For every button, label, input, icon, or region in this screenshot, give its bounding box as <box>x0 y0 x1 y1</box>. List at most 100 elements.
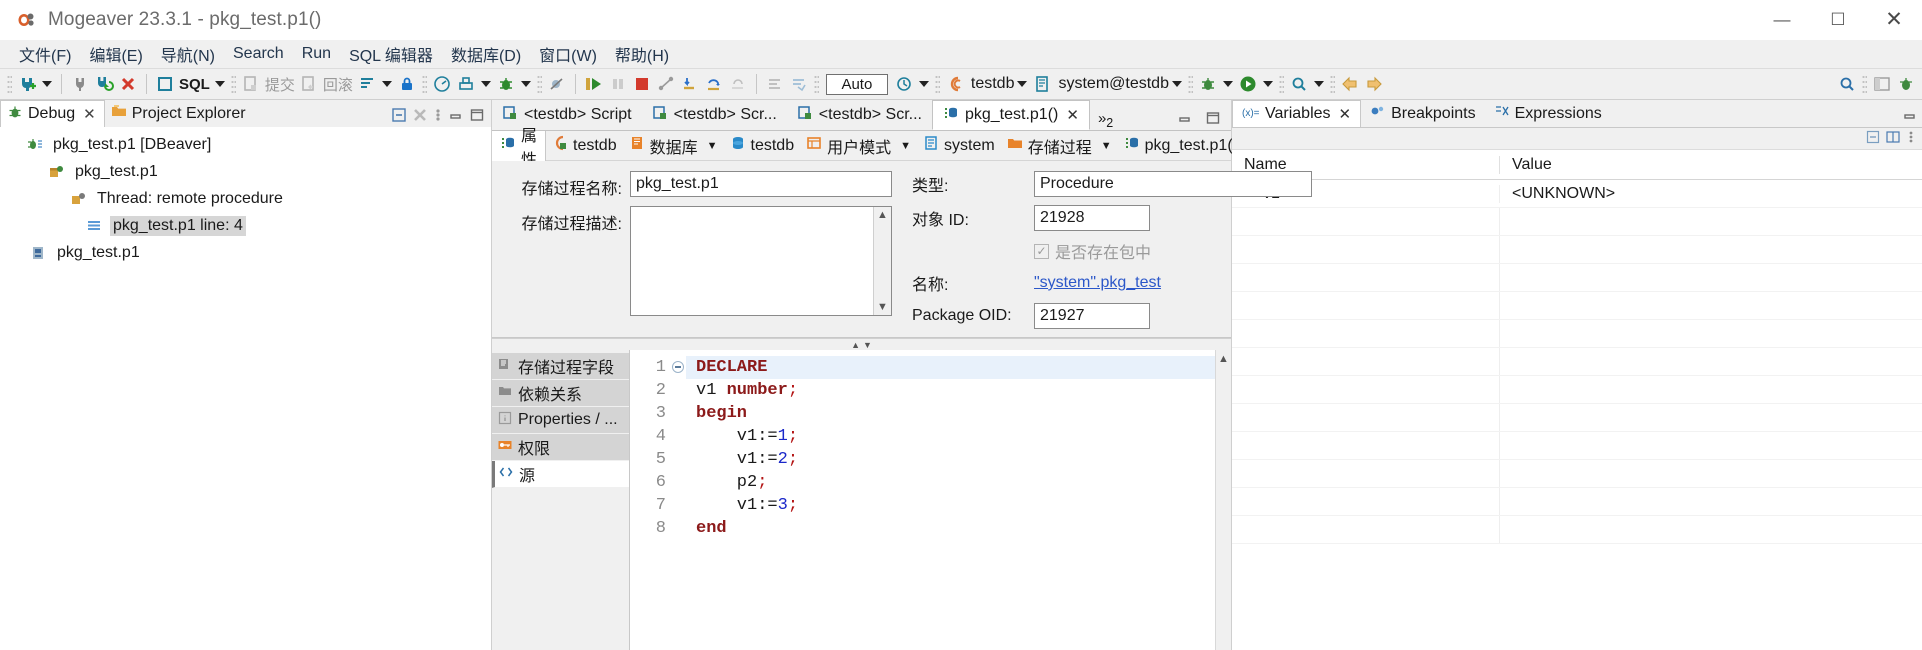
side-tab-source[interactable]: 源 <box>492 461 629 488</box>
use-step-filters-icon[interactable] <box>787 72 811 96</box>
side-tab-properties-info[interactable]: Properties / ... <box>492 407 629 434</box>
toolbar-grip[interactable] <box>1330 75 1335 93</box>
collapse-all-icon[interactable] <box>391 107 407 127</box>
code-line-7[interactable]: v1:=3; <box>686 494 1215 517</box>
procedure-name-input[interactable]: pkg_test.p1 <box>630 171 892 197</box>
code-line-4[interactable]: v1:=1; <box>686 425 1215 448</box>
table-row[interactable] <box>1232 460 1922 488</box>
search-global-icon[interactable] <box>1835 72 1859 96</box>
perspective-icon[interactable] <box>1870 72 1894 96</box>
breadcrumb-databases-folder[interactable]: 数据库 ▼ <box>623 134 724 158</box>
code-line-3[interactable]: begin <box>686 402 1215 425</box>
refresh-connection-icon[interactable] <box>92 72 116 96</box>
tab-project-explorer[interactable]: Project Explorer <box>105 100 254 127</box>
breadcrumb-procedure[interactable]: pkg_test.p1() <box>1118 135 1244 156</box>
editor-tab-testdb-script-1[interactable]: <testdb> Script <box>492 100 642 130</box>
tree-item-thread[interactable]: ⱟ Thread: remote procedure <box>0 185 491 212</box>
code-line-8[interactable]: end <box>686 517 1215 540</box>
history-icon[interactable] <box>892 72 916 96</box>
package-name-link[interactable]: "system".pkg_test <box>1034 274 1161 292</box>
suspend-icon[interactable] <box>606 72 630 96</box>
disconnect-icon[interactable] <box>68 72 92 96</box>
lock-icon[interactable] <box>395 72 419 96</box>
menu-item-window[interactable]: 窗口(W) <box>530 40 606 68</box>
tab-breakpoints[interactable]: Breakpoints <box>1361 100 1485 127</box>
maximize-icon[interactable] <box>1205 110 1221 130</box>
view-menu-icon[interactable] <box>1906 130 1916 148</box>
source-code-editor[interactable]: 1 2 3 4 5 6 7 8 DECLARE v1 number; begin… <box>630 350 1231 650</box>
table-row[interactable] <box>1232 348 1922 376</box>
tab-variables[interactable]: (x)= Variables ✕ <box>1232 100 1361 127</box>
rollback-label[interactable]: 回滚 <box>321 74 355 95</box>
menu-item-search[interactable]: Search <box>224 43 293 65</box>
close-button[interactable]: ✕ <box>1866 0 1922 40</box>
scroll-up-icon[interactable]: ▲ <box>1218 353 1229 365</box>
side-tab-permissions[interactable]: 权限 <box>492 434 629 461</box>
chevron-down-icon[interactable]: ⱟ <box>8 137 26 152</box>
layout-icon[interactable] <box>1886 130 1900 148</box>
commit-icon[interactable] <box>239 72 263 96</box>
debug-config-caret[interactable] <box>1220 72 1236 96</box>
tree-item-process[interactable]: pkg_test.p1 <box>0 239 491 266</box>
run-icon[interactable] <box>1236 72 1260 96</box>
code-line-6[interactable]: p2; <box>686 471 1215 494</box>
toolbar-grip[interactable] <box>935 75 940 93</box>
dashboard-icon[interactable] <box>430 72 454 96</box>
scroll-up-icon[interactable]: ▲ <box>877 209 888 221</box>
menu-item-edit[interactable]: 编辑(E) <box>80 40 151 68</box>
table-row[interactable] <box>1232 488 1922 516</box>
minimize-icon[interactable] <box>1902 107 1918 127</box>
menu-item-help[interactable]: 帮助(H) <box>606 40 678 68</box>
transaction-mode-icon[interactable] <box>355 72 379 96</box>
editor-tabs-overflow[interactable]: »2 <box>1090 110 1121 130</box>
sql-editor-icon[interactable] <box>153 72 177 96</box>
resume-icon[interactable] <box>582 72 606 96</box>
commit-label[interactable]: 提交 <box>263 74 297 95</box>
close-icon[interactable]: ✕ <box>1339 105 1352 123</box>
view-menu-icon[interactable] <box>433 107 443 127</box>
tree-item-debug-target[interactable]: ⱟ pkg_test.p1 <box>0 158 491 185</box>
minimize-button[interactable]: — <box>1754 0 1810 40</box>
table-row[interactable] <box>1232 264 1922 292</box>
debug-config-icon[interactable] <box>1196 72 1220 96</box>
table-row[interactable] <box>1232 376 1922 404</box>
menu-item-run[interactable]: Run <box>293 43 340 65</box>
debug-tree[interactable]: ⱟ pkg_test.p1 [DBeaver] ⱟ pkg_test.p1 ⱟ <box>0 127 491 650</box>
toolbar-grip[interactable] <box>814 75 819 93</box>
menu-item-database[interactable]: 数据库(D) <box>442 40 530 68</box>
step-return-icon[interactable] <box>726 72 750 96</box>
table-row[interactable] <box>1232 292 1922 320</box>
breadcrumb-procedures-folder[interactable]: 存储过程 ▼ <box>1001 134 1118 158</box>
skip-breakpoints-icon[interactable] <box>545 72 569 96</box>
object-id-input[interactable]: 21928 <box>1034 205 1150 231</box>
side-tab-dependencies[interactable]: 依赖关系 <box>492 380 629 407</box>
sql-dropdown-caret[interactable] <box>212 72 228 96</box>
remove-all-terminated-icon[interactable] <box>412 107 428 127</box>
breadcrumb-schema[interactable]: system <box>917 135 1001 156</box>
history-caret[interactable] <box>916 72 932 96</box>
tools-icon[interactable] <box>454 72 478 96</box>
breadcrumb-connection[interactable]: testdb <box>546 135 623 156</box>
scroll-down-icon[interactable]: ▼ <box>877 301 888 313</box>
debug-icon[interactable] <box>494 72 518 96</box>
chevron-down-icon[interactable]: ▼ <box>703 140 718 152</box>
package-oid-input[interactable]: 21927 <box>1034 303 1150 329</box>
variable-value-cell[interactable]: <UNKNOWN> <box>1500 185 1922 203</box>
tab-expressions[interactable]: Expressions <box>1485 100 1611 127</box>
connection-caret[interactable] <box>1014 72 1030 96</box>
terminate-icon[interactable] <box>630 72 654 96</box>
back-icon[interactable] <box>1338 72 1362 96</box>
table-row[interactable] <box>1232 320 1922 348</box>
tree-item-launch[interactable]: ⱟ pkg_test.p1 [DBeaver] <box>0 131 491 158</box>
tab-debug[interactable]: Debug ✕ <box>0 100 105 127</box>
forward-icon[interactable] <box>1362 72 1386 96</box>
search-icon[interactable] <box>1287 72 1311 96</box>
properties-sub-tab[interactable]: 属性 <box>492 131 546 161</box>
type-input[interactable]: Procedure <box>1034 171 1312 197</box>
toolbar-grip[interactable] <box>231 75 236 93</box>
minimize-icon[interactable] <box>1177 110 1193 130</box>
menu-item-file[interactable]: 文件(F) <box>10 40 80 68</box>
tree-item-stack-frame[interactable]: pkg_test.p1 line: 4 <box>0 212 491 239</box>
connection-name[interactable]: testdb <box>967 75 1015 93</box>
splitter-up-icon[interactable]: ▲ <box>851 340 860 350</box>
